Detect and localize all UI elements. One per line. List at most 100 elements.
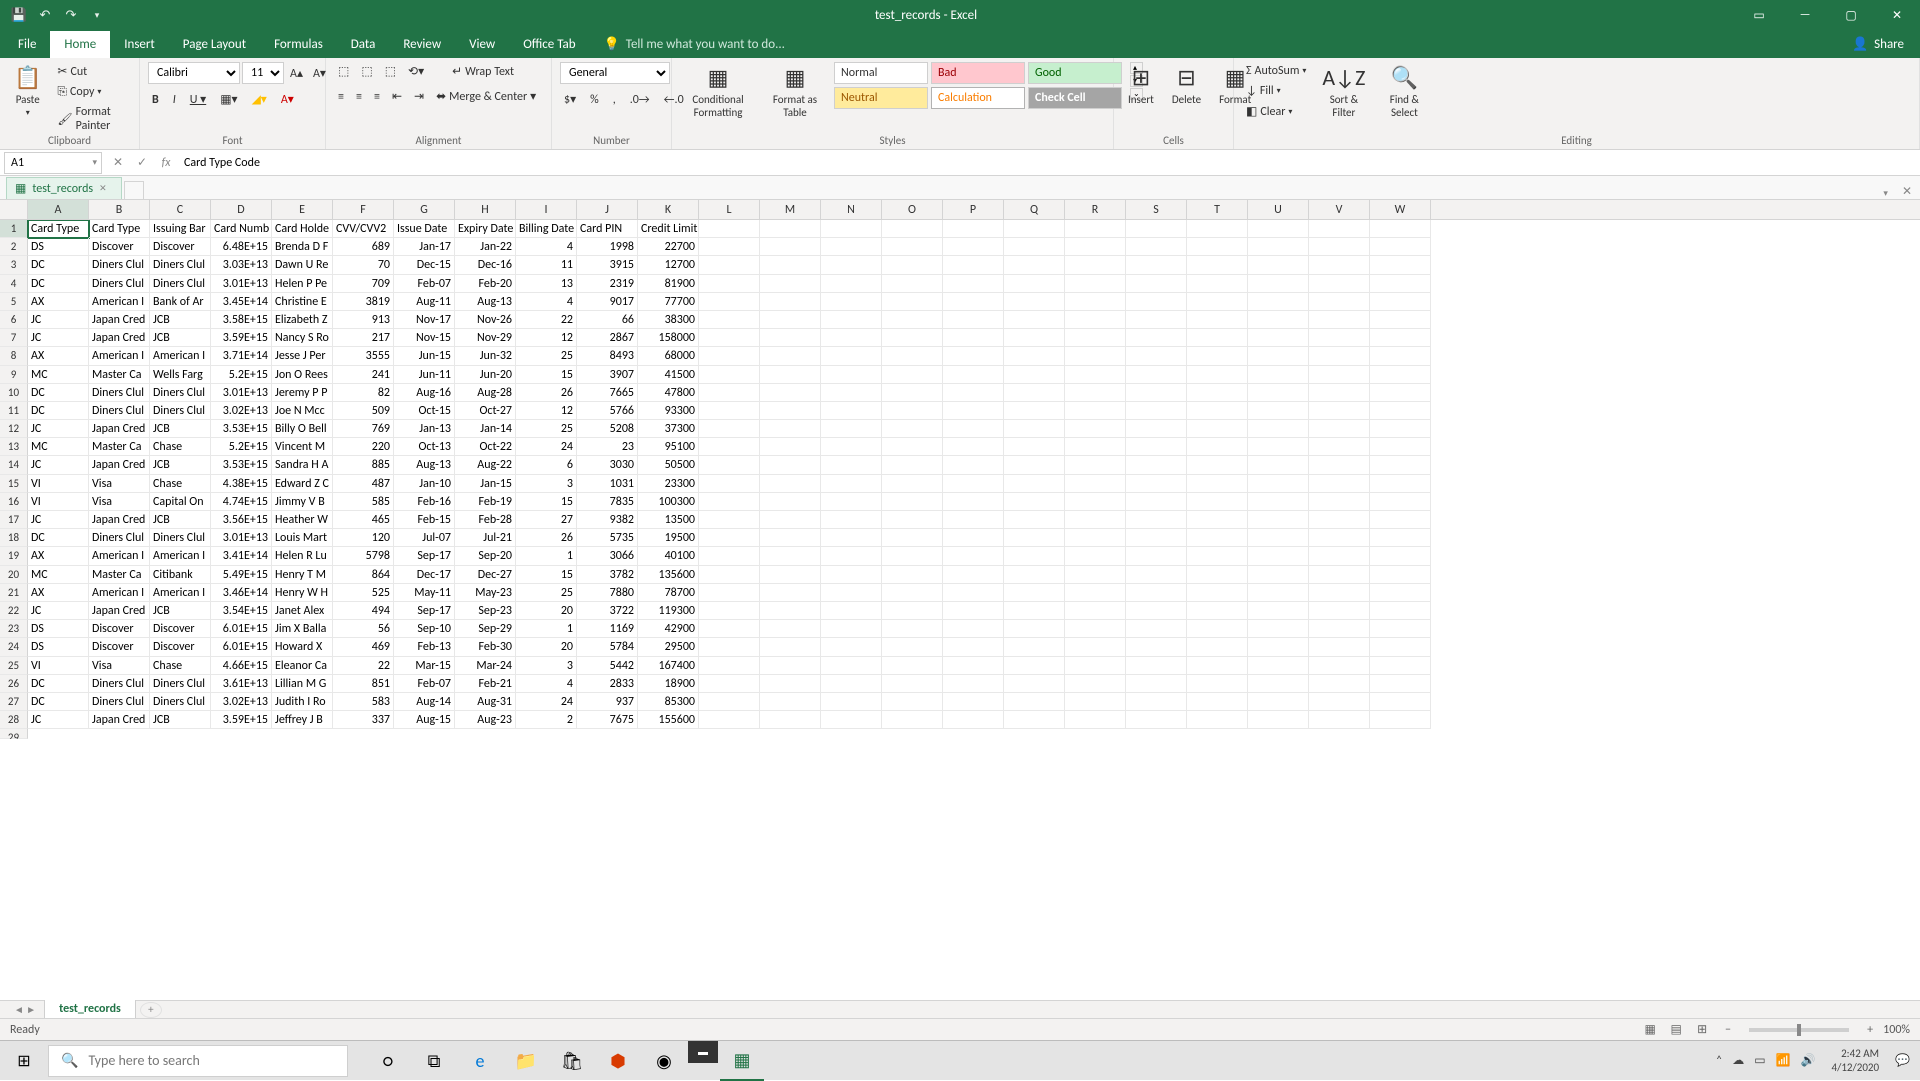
cell[interactable]: [1370, 566, 1431, 584]
cell[interactable]: Henry W H: [272, 584, 333, 602]
cell[interactable]: DC: [28, 275, 89, 293]
row-header[interactable]: 9: [0, 366, 28, 384]
cell[interactable]: 5442: [577, 657, 638, 675]
cortana-icon[interactable]: ○: [366, 1041, 410, 1081]
cell[interactable]: [1065, 566, 1126, 584]
cell[interactable]: [943, 493, 1004, 511]
cell[interactable]: 25: [516, 347, 577, 365]
cell[interactable]: [1370, 275, 1431, 293]
cell[interactable]: 3.03E+13: [211, 256, 272, 274]
cell[interactable]: 22: [333, 657, 394, 675]
edge-icon[interactable]: e: [458, 1041, 502, 1081]
cell[interactable]: [882, 456, 943, 474]
cell[interactable]: 22700: [638, 238, 699, 256]
cell[interactable]: [1370, 529, 1431, 547]
cell[interactable]: Jan-13: [394, 420, 455, 438]
page-break-view-icon[interactable]: ⊞: [1689, 1020, 1715, 1040]
cell[interactable]: [1248, 493, 1309, 511]
cell[interactable]: 13: [516, 275, 577, 293]
row-header[interactable]: 23: [0, 620, 28, 638]
cell[interactable]: Jeremy P P: [272, 384, 333, 402]
cell[interactable]: 5735: [577, 529, 638, 547]
cell[interactable]: [821, 238, 882, 256]
cell[interactable]: [882, 547, 943, 565]
cell[interactable]: Helen R Lu: [272, 547, 333, 565]
cell[interactable]: [1004, 566, 1065, 584]
cell[interactable]: [699, 675, 760, 693]
cell[interactable]: [1370, 693, 1431, 711]
cancel-formula-icon[interactable]: ✕: [106, 152, 130, 174]
cell[interactable]: [821, 366, 882, 384]
cell[interactable]: [1065, 238, 1126, 256]
cell[interactable]: Japan Cred: [89, 456, 150, 474]
cell[interactable]: Brenda D F: [272, 238, 333, 256]
align-top-icon[interactable]: ⬚: [334, 62, 353, 81]
cell[interactable]: [1248, 456, 1309, 474]
cell[interactable]: 5.2E+15: [211, 366, 272, 384]
cell[interactable]: [699, 529, 760, 547]
cell[interactable]: [1309, 220, 1370, 238]
row-header[interactable]: 15: [0, 475, 28, 493]
cell[interactable]: [760, 220, 821, 238]
cell[interactable]: Japan Cred: [89, 511, 150, 529]
cell[interactable]: Feb-13: [394, 638, 455, 656]
cell[interactable]: [699, 657, 760, 675]
cell[interactable]: [760, 238, 821, 256]
cell[interactable]: [1309, 420, 1370, 438]
cell[interactable]: Jan-10: [394, 475, 455, 493]
cell[interactable]: Jan-15: [455, 475, 516, 493]
cell[interactable]: [1004, 384, 1065, 402]
cell[interactable]: 3.46E+14: [211, 584, 272, 602]
cell[interactable]: [943, 529, 1004, 547]
cell[interactable]: [882, 529, 943, 547]
cell[interactable]: JC: [28, 511, 89, 529]
cell[interactable]: 12: [516, 402, 577, 420]
row-header[interactable]: 21: [0, 584, 28, 602]
cell[interactable]: [1370, 329, 1431, 347]
cell[interactable]: [1065, 711, 1126, 729]
style-bad[interactable]: Bad: [931, 62, 1025, 84]
cell[interactable]: [760, 384, 821, 402]
cell[interactable]: [1187, 493, 1248, 511]
cell[interactable]: [821, 584, 882, 602]
sheet-tab-active[interactable]: test_records: [44, 1000, 136, 1020]
cell[interactable]: 2: [516, 711, 577, 729]
cell[interactable]: [1309, 347, 1370, 365]
cell[interactable]: Master Ca: [89, 438, 150, 456]
cell[interactable]: [1065, 693, 1126, 711]
cell[interactable]: MC: [28, 438, 89, 456]
cell[interactable]: [1065, 475, 1126, 493]
cell[interactable]: Japan Cred: [89, 311, 150, 329]
cell[interactable]: Louis Mart: [272, 529, 333, 547]
cell[interactable]: Jul-07: [394, 529, 455, 547]
cell[interactable]: [1065, 402, 1126, 420]
cell[interactable]: 81900: [638, 275, 699, 293]
cell[interactable]: [760, 547, 821, 565]
cell[interactable]: [1004, 493, 1065, 511]
cell[interactable]: Diners Clul: [150, 529, 211, 547]
cell[interactable]: [1004, 329, 1065, 347]
cell[interactable]: Helen P Pe: [272, 275, 333, 293]
cell[interactable]: 220: [333, 438, 394, 456]
cell[interactable]: Mar-24: [455, 657, 516, 675]
cell[interactable]: [882, 420, 943, 438]
cell[interactable]: [882, 438, 943, 456]
cell[interactable]: [699, 711, 760, 729]
cell[interactable]: Jun-32: [455, 347, 516, 365]
increase-decimal-icon[interactable]: .0→: [626, 91, 654, 109]
cell[interactable]: [1248, 602, 1309, 620]
column-header[interactable]: H: [455, 200, 516, 219]
cell[interactable]: [882, 493, 943, 511]
cell[interactable]: Diners Clul: [89, 402, 150, 420]
cell[interactable]: [1370, 311, 1431, 329]
cell[interactable]: [1248, 220, 1309, 238]
cell[interactable]: 689: [333, 238, 394, 256]
cell[interactable]: [1370, 547, 1431, 565]
cell[interactable]: [760, 693, 821, 711]
cell[interactable]: Credit Limit: [638, 220, 699, 238]
cell[interactable]: [1248, 293, 1309, 311]
cell[interactable]: [943, 420, 1004, 438]
insert-cells-button[interactable]: ⊞Insert: [1122, 62, 1160, 108]
cell[interactable]: [821, 438, 882, 456]
cell[interactable]: AX: [28, 547, 89, 565]
